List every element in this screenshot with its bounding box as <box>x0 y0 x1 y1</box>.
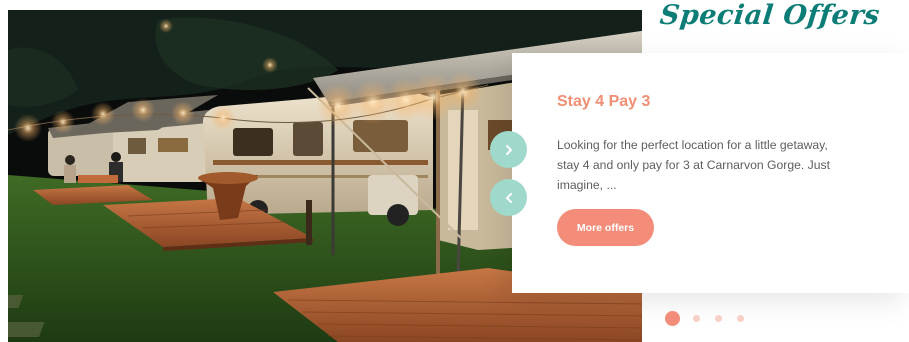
offer-description: Looking for the perfect location for a l… <box>557 138 831 192</box>
pagination-dot-4[interactable] <box>737 314 744 322</box>
more-offers-button[interactable]: More offers <box>557 209 654 246</box>
carousel-pagination <box>665 310 759 326</box>
pagination-dot-2[interactable] <box>693 314 700 322</box>
pagination-dot-3[interactable] <box>715 314 722 322</box>
offer-title: Stay 4 Pay 3 <box>557 93 651 110</box>
prev-slide-button[interactable] <box>490 179 527 216</box>
chevron-right-icon <box>505 144 512 155</box>
pagination-dot-1[interactable] <box>665 310 680 326</box>
chevron-left-icon <box>505 192 512 203</box>
offer-card: Stay 4 Pay 3 Looking for the perfect loc… <box>512 53 909 293</box>
next-slide-button[interactable] <box>490 131 527 168</box>
section-title: Special Offers <box>658 0 882 31</box>
offers-section: Special Offers Stay 4 Pay 3 Looking for … <box>0 0 909 342</box>
